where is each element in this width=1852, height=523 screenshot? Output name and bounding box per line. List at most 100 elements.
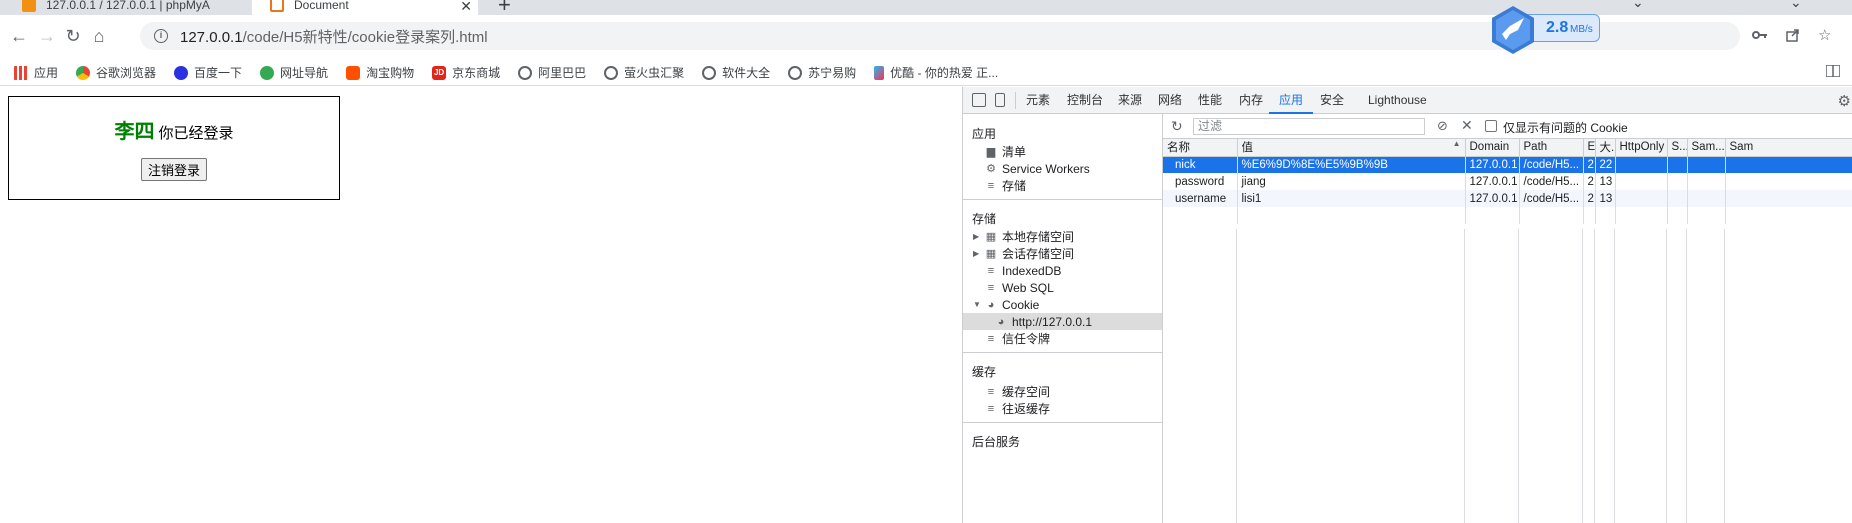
column-header-httponly[interactable]: HttpOnly	[1615, 139, 1668, 157]
tab-lighthouse[interactable]: Lighthouse	[1368, 87, 1427, 114]
reload-button[interactable]: ↻	[62, 25, 84, 47]
tab-elements[interactable]: 元素	[1026, 87, 1050, 114]
sidebar-item-service-workers[interactable]: ⚙ Service Workers	[985, 160, 1090, 177]
bookmark-youku[interactable]: 优酷 - 你的热爱 正...	[874, 64, 998, 81]
table-row[interactable]: password jiang 127.0.0.1 /code/H5... 2. …	[1163, 173, 1852, 190]
tab-phpmyadmin[interactable]: 127.0.0.1 / 127.0.0.1 | phpMyA	[14, 0, 240, 15]
sidebar-item-cookie[interactable]: ▼ ◕ Cookie	[973, 296, 1039, 313]
cookie-expires: 2.	[1583, 173, 1596, 190]
home-icon: ⌂	[93, 25, 105, 46]
clear-all-icon[interactable]: ⊘	[1437, 118, 1448, 134]
globe-icon	[702, 65, 717, 80]
logout-button[interactable]: 注销登录	[140, 158, 207, 181]
bookmark-nav[interactable]: 网址导航	[260, 64, 328, 81]
globe-nav-icon	[260, 65, 275, 80]
back-button[interactable]: ←	[8, 25, 30, 47]
bookmark-label: 百度一下	[194, 66, 243, 80]
sidebar-item-manifest[interactable]: ▆ 清单	[985, 143, 1026, 160]
info-icon[interactable]: i	[154, 29, 168, 43]
section-title-cache: 缓存	[972, 365, 997, 379]
tab-network[interactable]: 网络	[1158, 87, 1182, 114]
bookmark-taobao[interactable]: 淘宝购物	[346, 64, 414, 81]
table-empty-area	[1163, 229, 1852, 523]
chevron-down-icon[interactable]: ⌄	[1632, 0, 1644, 11]
bookmark-baidu[interactable]: 百度一下	[174, 64, 242, 81]
column-header-samesite[interactable]: Sam...	[1687, 139, 1726, 157]
tab-title: 127.0.0.1 / 127.0.0.1 | phpMyA	[46, 0, 210, 12]
cookie-domain: 127.0.0.1	[1465, 173, 1520, 190]
column-header-secure[interactable]: S...	[1667, 139, 1688, 157]
expand-triangle-icon[interactable]: ▶	[973, 232, 979, 241]
tab-application[interactable]: 应用	[1269, 87, 1314, 114]
share-icon[interactable]	[1786, 28, 1800, 46]
cookie-size: 22	[1595, 156, 1616, 173]
bookmark-firefly[interactable]: 萤火虫汇聚	[604, 64, 684, 81]
cookie-samesite	[1687, 156, 1726, 173]
table-row[interactable]: nick %E6%9D%8E%E5%9B%9B 127.0.0.1 /code/…	[1163, 156, 1852, 173]
sidebar-item-bfcache[interactable]: ≡ 往返缓存	[985, 400, 1050, 417]
section-title-application: 应用	[972, 127, 997, 141]
globe-icon	[788, 65, 803, 80]
username-text: 李四	[114, 121, 155, 143]
cookie-name: username	[1163, 190, 1238, 207]
sidebar-item-storage[interactable]: ≡ 存储	[985, 177, 1026, 194]
cookie-secure	[1667, 156, 1688, 173]
sidebar-item-local-storage[interactable]: ▶ ▦ 本地存储空间	[973, 228, 1074, 245]
bookmark-alibaba[interactable]: 阿里巴巴	[518, 64, 586, 81]
only-issues-checkbox[interactable]	[1485, 120, 1497, 132]
column-header-domain[interactable]: Domain	[1465, 139, 1520, 157]
reading-list-icon[interactable]	[1825, 64, 1841, 80]
tab-security[interactable]: 安全	[1320, 87, 1344, 114]
jd-icon: JD	[432, 65, 447, 80]
sidebar-item-session-storage[interactable]: ▶ ▦ 会话存储空间	[973, 245, 1074, 262]
phpmyadmin-icon	[22, 0, 36, 12]
speed-value: 2.8	[1546, 19, 1569, 36]
sidebar-item-web-sql[interactable]: ≡ Web SQL	[985, 279, 1054, 296]
column-header-expires[interactable]: E.	[1583, 139, 1596, 157]
bookmark-chrome[interactable]: 谷歌浏览器	[76, 64, 156, 81]
inspect-element-icon[interactable]	[972, 93, 986, 107]
tab-console[interactable]: 控制台	[1067, 87, 1103, 114]
close-tab-icon[interactable]: ✕	[460, 0, 472, 15]
star-icon[interactable]: ☆	[1818, 26, 1831, 44]
forward-button[interactable]: →	[36, 25, 58, 47]
filter-input[interactable]: 过滤	[1193, 118, 1425, 135]
expand-triangle-icon[interactable]: ▶	[973, 249, 979, 258]
refresh-icon[interactable]: ↻	[1171, 118, 1183, 135]
bookmark-label: 谷歌浏览器	[96, 66, 157, 80]
tab-memory[interactable]: 内存	[1239, 87, 1263, 114]
delete-selected-icon[interactable]: ✕	[1461, 117, 1473, 134]
database-icon: ≡	[987, 264, 995, 277]
bookmark-jd[interactable]: JD 京东商城	[432, 64, 500, 81]
gear-icon[interactable]: ⚙	[1838, 92, 1851, 110]
key-icon[interactable]	[1752, 28, 1768, 45]
table-row[interactable]: username lisi1 127.0.0.1 /code/H5... 2. …	[1163, 190, 1852, 207]
column-header-size[interactable]: 大.	[1595, 139, 1616, 157]
sidebar-item-cookie-origin[interactable]: ◕ http://127.0.0.1	[963, 313, 1162, 330]
cookie-value: jiang	[1237, 173, 1466, 190]
minimize-icon[interactable]: ⌄	[1790, 0, 1802, 11]
cookie-path: /code/H5...	[1519, 156, 1584, 173]
cookie-name: nick	[1163, 156, 1238, 173]
tab-document[interactable]: Document ✕	[252, 0, 478, 15]
sidebar-item-cache-storage[interactable]: ≡ 缓存空间	[985, 383, 1050, 400]
device-toolbar-icon[interactable]	[995, 93, 1005, 107]
bookmark-apps[interactable]: 应用	[14, 64, 58, 81]
network-speed-widget[interactable]: 2.8 MB/s	[1488, 4, 1612, 54]
file-icon: ▆	[986, 146, 996, 158]
sidebar-item-trust-tokens[interactable]: ≡ 信任令牌	[985, 330, 1050, 347]
home-button[interactable]: ⌂	[88, 25, 110, 47]
bookmarks-bar: 应用 谷歌浏览器 百度一下 网址导航 淘宝购物 JD 京东商城 阿里巴巴 萤火虫…	[0, 60, 1852, 86]
bookmark-suning[interactable]: 苏宁易购	[788, 64, 856, 81]
sidebar-item-indexeddb[interactable]: ≡ IndexedDB	[985, 262, 1062, 279]
column-header-sameparty[interactable]: Sam	[1725, 139, 1852, 157]
collapse-triangle-icon[interactable]: ▼	[973, 300, 981, 309]
bookmark-software[interactable]: 软件大全	[702, 64, 770, 81]
tab-sources[interactable]: 来源	[1118, 87, 1142, 114]
column-header-value[interactable]: 值 ▲	[1237, 139, 1466, 157]
tab-performance[interactable]: 性能	[1198, 87, 1222, 114]
sidebar-divider	[963, 422, 1162, 423]
column-header-path[interactable]: Path	[1519, 139, 1584, 157]
column-header-name[interactable]: 名称	[1163, 139, 1238, 157]
baidu-paw-icon	[174, 65, 189, 80]
